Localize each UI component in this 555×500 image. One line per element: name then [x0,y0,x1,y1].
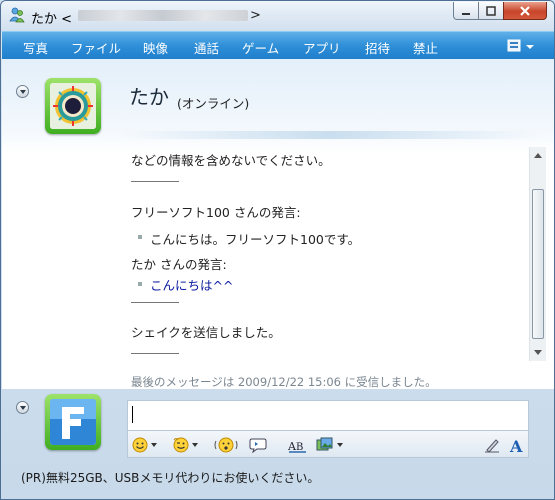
close-icon [520,5,530,16]
options-menu-button[interactable] [506,37,542,55]
redacted-email [78,10,248,21]
nudge-icon [214,437,238,453]
text-caret [132,406,133,423]
options-menu-icon [507,39,534,52]
scroll-down-icon[interactable] [534,350,542,355]
font-style-button[interactable]: A B [288,436,308,454]
minimize-icon [462,12,470,15]
handwriting-button[interactable] [484,436,500,454]
user-avatar-image [50,399,96,445]
menu-bar: 写真 ファイル 映像 通話 ゲーム アプリ 招待 禁止 [2,31,554,59]
speech-icon [249,438,267,453]
title-bar[interactable]: たか < > [1,1,554,31]
scroll-up-icon[interactable] [534,153,542,158]
user-avatar[interactable] [45,394,101,450]
pen-icon [485,439,499,453]
message-sender: たか さんの発言: [131,257,227,272]
contact-avatar[interactable] [45,78,101,134]
menu-photos[interactable]: 写真 [23,38,48,57]
text-format-icon: A B [288,440,306,453]
contact-status: (オンライン) [177,96,250,111]
wink-button[interactable] [173,436,198,454]
menu-invite[interactable]: 招待 [365,38,390,57]
svg-text:A: A [509,437,523,455]
close-button[interactable] [503,2,547,20]
ad-banner-link[interactable]: (PR)無料25GB、USBメモリ代わりにお使いください。 [21,469,319,486]
contact-avatar-image [50,83,96,129]
input-toolbar: A B [127,430,529,458]
background-button[interactable] [316,436,343,454]
message-divider [131,302,179,303]
scrollbar-thumb[interactable] [532,189,544,339]
menu-call[interactable]: 通話 [194,38,219,57]
maximize-icon [486,5,496,16]
message-input[interactable] [127,400,529,430]
contact-name: たか [129,85,169,109]
background-picture-icon [316,437,333,451]
messenger-app-icon [9,7,25,23]
wink-icon [173,437,189,453]
maximize-button[interactable] [478,2,504,20]
header-divider [121,131,541,139]
minimize-button[interactable] [453,2,479,20]
message-bullet [138,282,142,286]
chat-window: たか < > 写真 ファイル 映像 通話 ゲーム アプリ 招待 禁止 たか (オ… [0,0,555,500]
menu-video[interactable]: 映像 [143,38,168,57]
last-message-timestamp: 最後のメッセージは 2009/12/22 15:06 に受信しました。 [131,375,437,389]
emoticon-button[interactable] [132,436,157,454]
nudge-button[interactable] [214,436,238,454]
message-sender: フリーソフト100 さんの発言: [131,205,301,220]
voice-clip-button[interactable] [249,436,267,454]
menu-games[interactable]: ゲーム [242,38,279,57]
message-divider [131,181,179,182]
menu-block[interactable]: 禁止 [413,38,438,57]
message-bullet [138,235,142,239]
font-icon: A [509,437,523,456]
conversation-scrollbar[interactable] [529,147,546,361]
message-text: こんにちは。フリーソフト100です。 [150,232,361,247]
menu-file[interactable]: ファイル [71,38,121,57]
nudge-notice: シェイクを送信しました。 [131,325,281,340]
message-text: などの情報を含めないでください。 [131,153,331,168]
contact-expand-button[interactable] [16,85,29,98]
menu-apps[interactable]: アプリ [303,38,341,57]
window-title: たか < [31,12,73,27]
user-expand-button[interactable] [16,401,29,414]
smiley-icon [132,437,148,453]
message-text: こんにちは^^ [150,278,234,293]
font-button[interactable]: A [509,437,525,459]
message-divider [131,353,179,354]
window-title-suffix: > [250,8,261,23]
